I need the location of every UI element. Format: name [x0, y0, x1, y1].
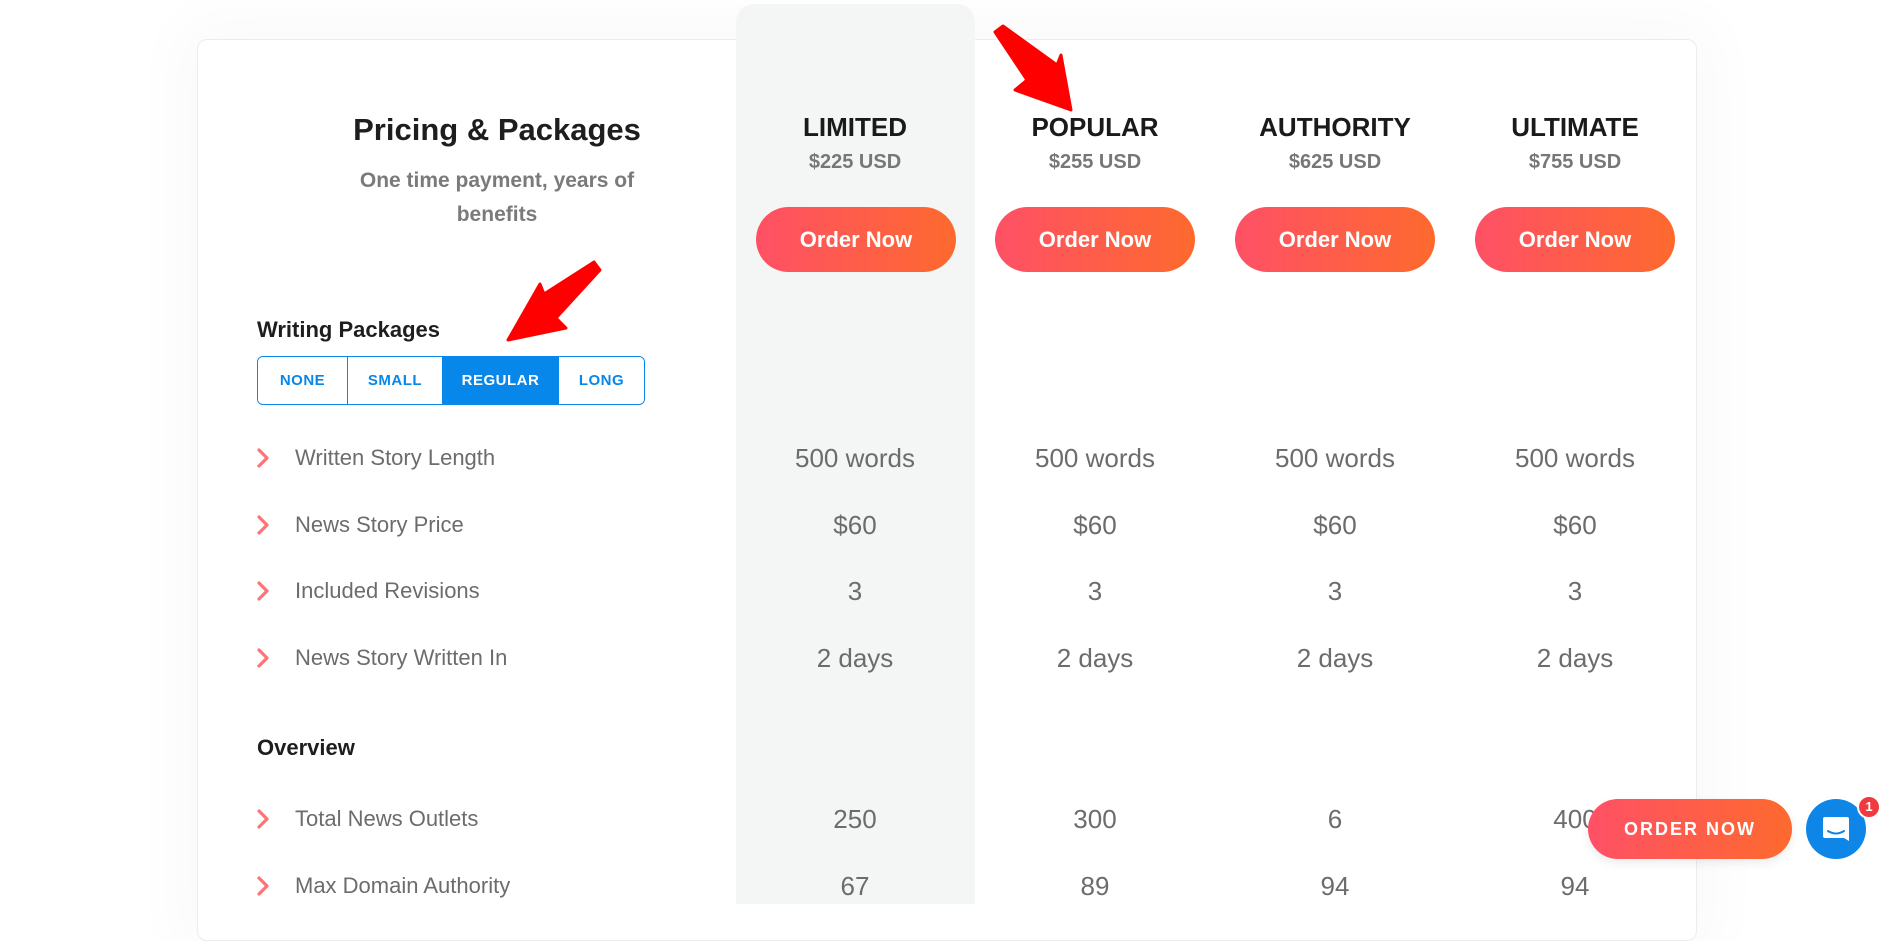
feature-value: 89 — [1080, 871, 1110, 901]
order-now-button-popular[interactable]: Order Now — [995, 207, 1195, 272]
toggle-regular[interactable]: REGULAR — [442, 357, 558, 404]
floating-order-now-button[interactable]: ORDER NOW — [1588, 799, 1792, 859]
feature-value: 94 — [1320, 871, 1350, 901]
order-now-button-limited[interactable]: Order Now — [756, 207, 956, 272]
feature-row: News Story Written In 2 days 2 days 2 days 2… — [257, 638, 1697, 678]
plan-price-authority: $625 USD — [1288, 151, 1382, 173]
feature-label: Written Story Length — [295, 445, 496, 470]
plan-name-authority: AUTHORITY — [1259, 112, 1411, 142]
feature-value: 2 days — [1536, 643, 1614, 673]
page-subtitle: One time payment, years of benefits — [359, 169, 635, 226]
feature-value: 94 — [1560, 871, 1590, 901]
toggle-long[interactable]: LONG — [558, 357, 644, 404]
chevron-right-icon — [257, 809, 269, 829]
toggle-small[interactable]: SMALL — [347, 357, 442, 404]
chevron-right-icon — [257, 515, 269, 535]
feature-row: News Story Price $60 $60 $60 $60 — [257, 505, 1697, 545]
plan-name-limited: LIMITED — [803, 112, 907, 142]
order-now-button-ultimate[interactable]: Order Now — [1475, 207, 1675, 272]
overview-title: Overview — [257, 735, 355, 760]
toggle-none[interactable]: NONE — [258, 357, 347, 404]
page-title: Pricing & Packages — [353, 112, 641, 147]
writing-package-toggle: NONE SMALL REGULAR LONG — [257, 356, 645, 405]
feature-row: Max Domain Authority 67 89 94 94 — [257, 866, 1697, 906]
feature-value: $60 — [1313, 510, 1357, 540]
feature-value: 2 days — [1056, 643, 1134, 673]
feature-label: Max Domain Authority — [295, 873, 511, 898]
writing-packages-title: Writing Packages — [257, 317, 440, 342]
feature-label: Total News Outlets — [295, 806, 479, 831]
feature-row: Included Revisions 3 3 3 3 — [257, 571, 1697, 611]
order-now-button-authority[interactable]: Order Now — [1235, 207, 1435, 272]
chevron-right-icon — [257, 876, 269, 896]
feature-value: 250 — [833, 804, 877, 834]
feature-value: 6 — [1327, 804, 1343, 834]
feature-value: 3 — [1567, 576, 1583, 606]
feature-value: 2 days — [1296, 643, 1374, 673]
feature-row: Total News Outlets 250 300 6 400 — [257, 799, 1697, 839]
feature-value: 300 — [1073, 804, 1117, 834]
feature-value: 500 words — [1515, 443, 1635, 473]
chevron-right-icon — [257, 448, 269, 468]
feature-value: 67 — [840, 871, 870, 901]
plan-price-popular: $255 USD — [1048, 151, 1142, 173]
feature-value: 3 — [847, 576, 863, 606]
plan-price-ultimate: $755 USD — [1528, 151, 1622, 173]
feature-value: 2 days — [816, 643, 894, 673]
feature-value: 500 words — [795, 443, 915, 473]
chevron-right-icon — [257, 581, 269, 601]
feature-value: 500 words — [1035, 443, 1155, 473]
feature-label: Included Revisions — [295, 578, 480, 603]
annotation-arrow-icon — [993, 24, 1073, 112]
feature-value: $60 — [833, 510, 877, 540]
plan-price-limited: $225 USD — [808, 151, 902, 173]
feature-row: Written Story Length 500 words 500 words 50… — [257, 438, 1697, 478]
chevron-right-icon — [257, 648, 269, 668]
chat-notification-badge: 1 — [1857, 795, 1881, 819]
feature-value: 3 — [1327, 576, 1343, 606]
annotation-arrow-icon — [506, 260, 602, 342]
plan-name-ultimate: ULTIMATE — [1511, 112, 1639, 142]
feature-value: $60 — [1073, 510, 1117, 540]
feature-value: 3 — [1087, 576, 1103, 606]
feature-label: News Story Written In — [295, 645, 508, 670]
feature-value: $60 — [1553, 510, 1597, 540]
feature-label: News Story Price — [295, 512, 464, 537]
plan-name-popular: POPULAR — [1031, 112, 1159, 142]
feature-value: 500 words — [1275, 443, 1395, 473]
